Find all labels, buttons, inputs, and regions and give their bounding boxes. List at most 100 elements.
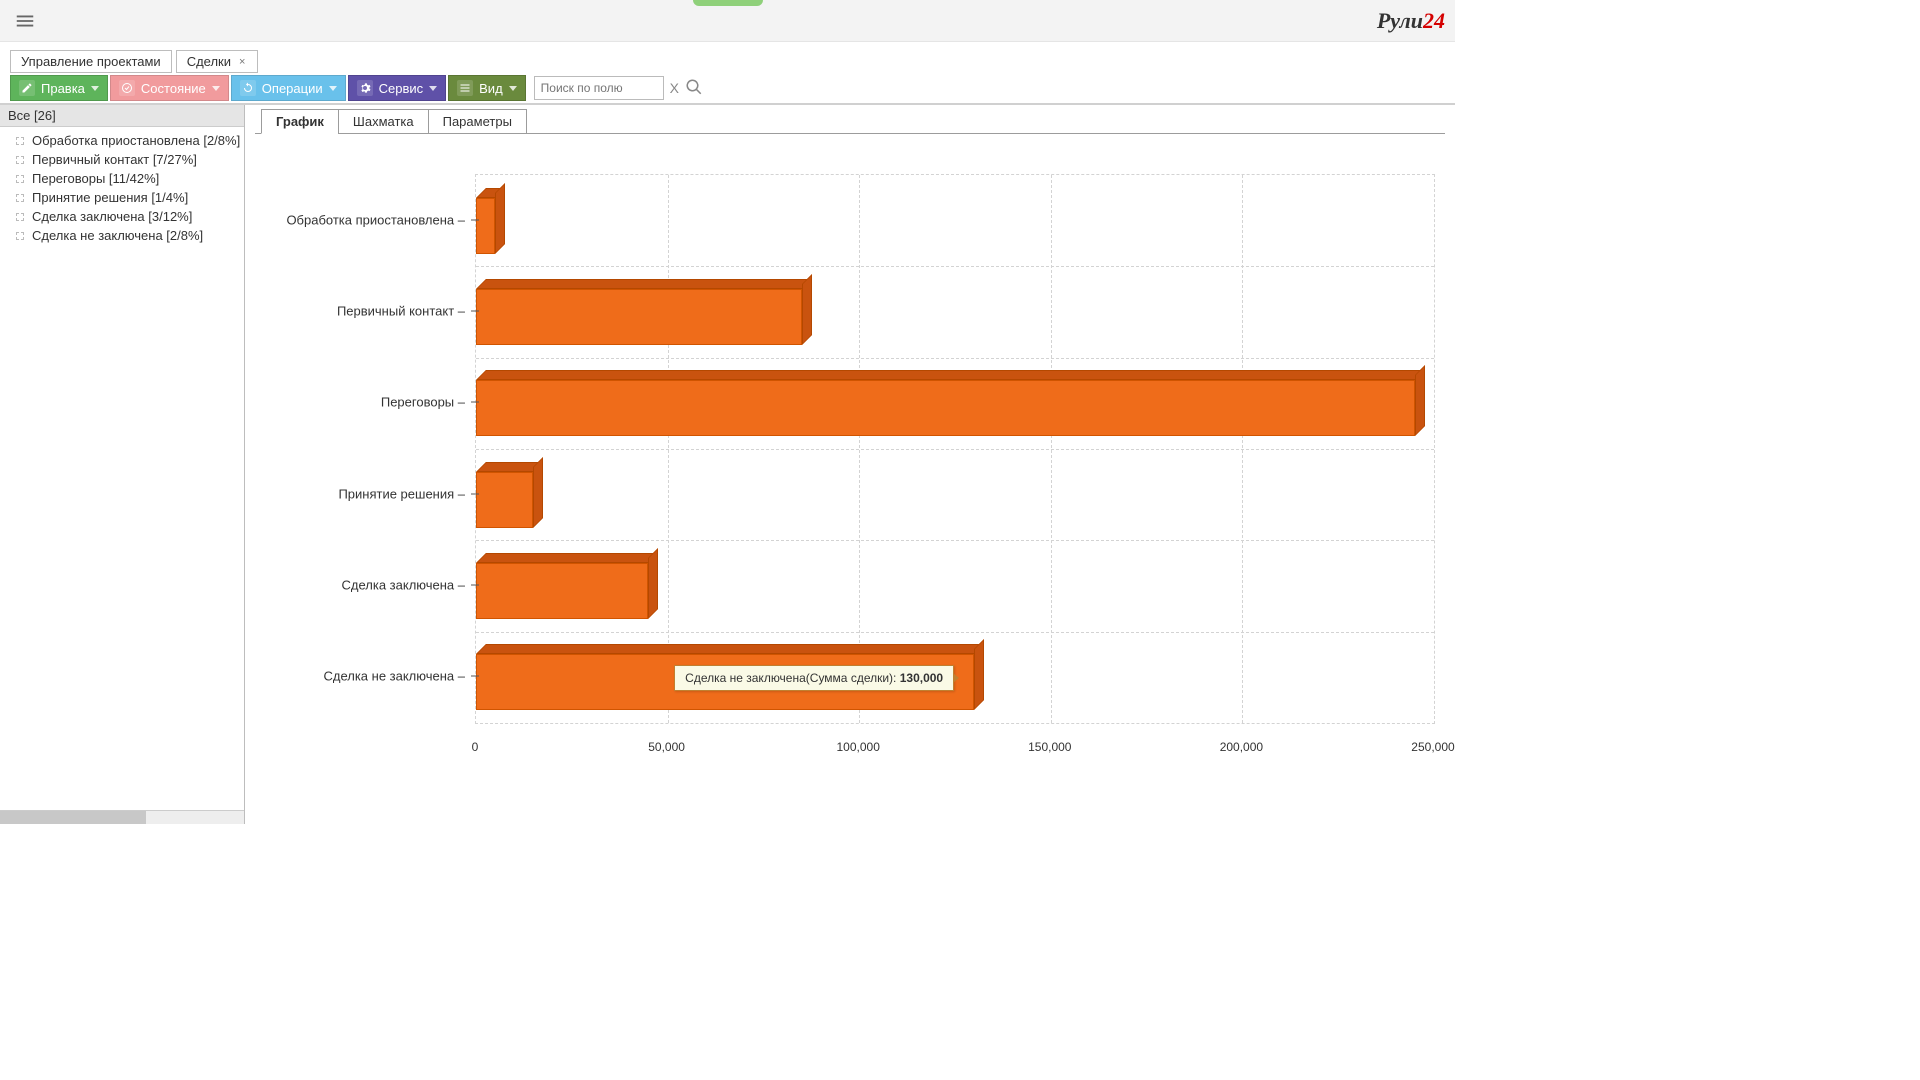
chart-bar-top bbox=[476, 553, 658, 563]
sidebar-header[interactable]: Все [26] bbox=[0, 105, 244, 127]
chart-gridline-horizontal bbox=[476, 540, 1434, 541]
chart-y-label: Сделка не заключена – bbox=[255, 669, 465, 684]
app-bar: Рули24 bbox=[0, 0, 1455, 42]
tab-chessboard[interactable]: Шахматка bbox=[338, 109, 429, 134]
chart-plot: Сделка не заключена(Сумма сделки): 130,0… bbox=[475, 174, 1435, 724]
button-label: Правка bbox=[41, 81, 85, 96]
sidebar-item-label: Принятие решения [1/4%] bbox=[32, 190, 188, 205]
sidebar-item[interactable]: Переговоры [11/42%] bbox=[10, 169, 244, 188]
chart-bar-top bbox=[476, 370, 1425, 380]
chart-y-label: Обработка приостановлена – bbox=[255, 212, 465, 227]
state-button[interactable]: Состояние bbox=[110, 75, 229, 101]
sidebar-item[interactable]: Сделка не заключена [2/8%] bbox=[10, 226, 244, 245]
sidebar-item[interactable]: Сделка заключена [3/12%] bbox=[10, 207, 244, 226]
sidebar-item[interactable]: Первичный контакт [7/27%] bbox=[10, 150, 244, 169]
chart-bar[interactable] bbox=[476, 370, 1415, 436]
nav-tab-label: Сделки bbox=[187, 54, 231, 69]
edit-icon bbox=[19, 80, 35, 96]
logo: Рули24 bbox=[1377, 8, 1445, 34]
logo-text: Рули bbox=[1377, 8, 1423, 33]
button-label: Сервис bbox=[379, 81, 424, 96]
close-icon[interactable]: × bbox=[237, 56, 247, 68]
chart: Сделка не заключена(Сумма сделки): 130,0… bbox=[255, 174, 1445, 764]
chevron-down-icon bbox=[429, 86, 437, 91]
chart-bar-side bbox=[1415, 365, 1425, 436]
chevron-down-icon bbox=[91, 86, 99, 91]
sidebar-item[interactable]: Обработка приостановлена [2/8%] bbox=[10, 131, 244, 150]
chart-y-label: Сделка заключена – bbox=[255, 578, 465, 593]
chart-x-axis: 050,000100,000150,000200,000250,000 bbox=[475, 734, 1435, 764]
tab-params[interactable]: Параметры bbox=[428, 109, 527, 134]
chart-bar-front bbox=[476, 198, 495, 254]
chart-gridline-horizontal bbox=[476, 632, 1434, 633]
chart-bar-front bbox=[476, 380, 1415, 436]
sidebar-horizontal-scrollbar[interactable] bbox=[0, 810, 244, 824]
tooltip-label: Сделка не заключена(Сумма сделки): bbox=[685, 671, 900, 685]
chart-bar-front bbox=[476, 472, 533, 528]
chart-y-label: Переговоры – bbox=[255, 395, 465, 410]
nav-tab-projects[interactable]: Управление проектами bbox=[10, 50, 172, 73]
sidebar-item-label: Обработка приостановлена [2/8%] bbox=[32, 133, 240, 148]
chart-gridline-horizontal bbox=[476, 449, 1434, 450]
nav-tab-label: Управление проектами bbox=[21, 54, 161, 69]
nav-tabs: Управление проектами Сделки × bbox=[0, 42, 1455, 73]
sidebar: Все [26] Обработка приостановлена [2/8%]… bbox=[0, 105, 245, 824]
sidebar-item[interactable]: Принятие решения [1/4%] bbox=[10, 188, 244, 207]
chart-x-tick-label: 250,000 bbox=[1411, 740, 1454, 754]
chart-x-tick-label: 50,000 bbox=[648, 740, 685, 754]
sidebar-item-label: Сделка не заключена [2/8%] bbox=[32, 228, 203, 243]
search-wrap: X bbox=[534, 76, 703, 100]
sidebar-item-label: Первичный контакт [7/27%] bbox=[32, 152, 197, 167]
chart-tooltip: Сделка не заключена(Сумма сделки): 130,0… bbox=[674, 665, 954, 691]
chart-bar-front bbox=[476, 563, 648, 619]
sidebar-item-label: Переговоры [11/42%] bbox=[32, 171, 159, 186]
inner-tab-label: Шахматка bbox=[353, 114, 414, 129]
logo-accent: 24 bbox=[1423, 8, 1445, 33]
chart-bar-side bbox=[495, 183, 505, 254]
main-split: Все [26] Обработка приостановлена [2/8%]… bbox=[0, 104, 1455, 824]
chart-bar[interactable] bbox=[476, 553, 648, 619]
view-button[interactable]: Вид bbox=[448, 75, 526, 101]
chart-bar-side bbox=[533, 457, 543, 528]
chart-x-tick-label: 0 bbox=[472, 740, 479, 754]
button-label: Операции bbox=[262, 81, 323, 96]
scrollbar-thumb[interactable] bbox=[0, 811, 146, 824]
search-clear-button[interactable]: X bbox=[670, 80, 679, 96]
operations-button[interactable]: Операции bbox=[231, 75, 346, 101]
chart-y-label: Принятие решения – bbox=[255, 486, 465, 501]
list-icon bbox=[457, 80, 473, 96]
chart-bar[interactable] bbox=[476, 279, 802, 345]
nav-tab-deals[interactable]: Сделки × bbox=[176, 50, 259, 73]
menu-icon[interactable] bbox=[10, 6, 40, 36]
chart-bar-front bbox=[476, 289, 802, 345]
chart-gridline-horizontal bbox=[476, 358, 1434, 359]
toolbar: Правка Состояние Операции Сервис Вид X bbox=[0, 73, 1455, 104]
sidebar-item-label: Сделка заключена [3/12%] bbox=[32, 209, 192, 224]
chart-y-tick bbox=[471, 676, 479, 677]
service-button[interactable]: Сервис bbox=[348, 75, 447, 101]
chart-bar[interactable] bbox=[476, 188, 495, 254]
chart-gridline-horizontal bbox=[476, 266, 1434, 267]
chart-bar-side bbox=[974, 639, 984, 710]
inner-tabs: График Шахматка Параметры bbox=[261, 109, 1445, 134]
top-accent-bar bbox=[693, 0, 763, 6]
tab-chart[interactable]: График bbox=[261, 109, 339, 134]
gear-icon bbox=[357, 80, 373, 96]
refresh-icon bbox=[240, 80, 256, 96]
chart-bar-side bbox=[648, 548, 658, 619]
chart-bar[interactable] bbox=[476, 462, 533, 528]
chart-bar-side bbox=[802, 274, 812, 345]
edit-button[interactable]: Правка bbox=[10, 75, 108, 101]
sidebar-tree: Обработка приостановлена [2/8%] Первичны… bbox=[0, 127, 244, 810]
search-icon[interactable] bbox=[685, 78, 703, 99]
inner-tab-label: Параметры bbox=[443, 114, 512, 129]
chart-y-tick bbox=[471, 493, 479, 494]
chart-y-tick bbox=[471, 585, 479, 586]
search-input[interactable] bbox=[534, 76, 664, 100]
state-icon bbox=[119, 80, 135, 96]
chevron-down-icon bbox=[329, 86, 337, 91]
chevron-down-icon bbox=[212, 86, 220, 91]
tooltip-value: 130,000 bbox=[900, 671, 943, 685]
chart-y-tick bbox=[471, 311, 479, 312]
chart-x-tick-label: 100,000 bbox=[836, 740, 879, 754]
